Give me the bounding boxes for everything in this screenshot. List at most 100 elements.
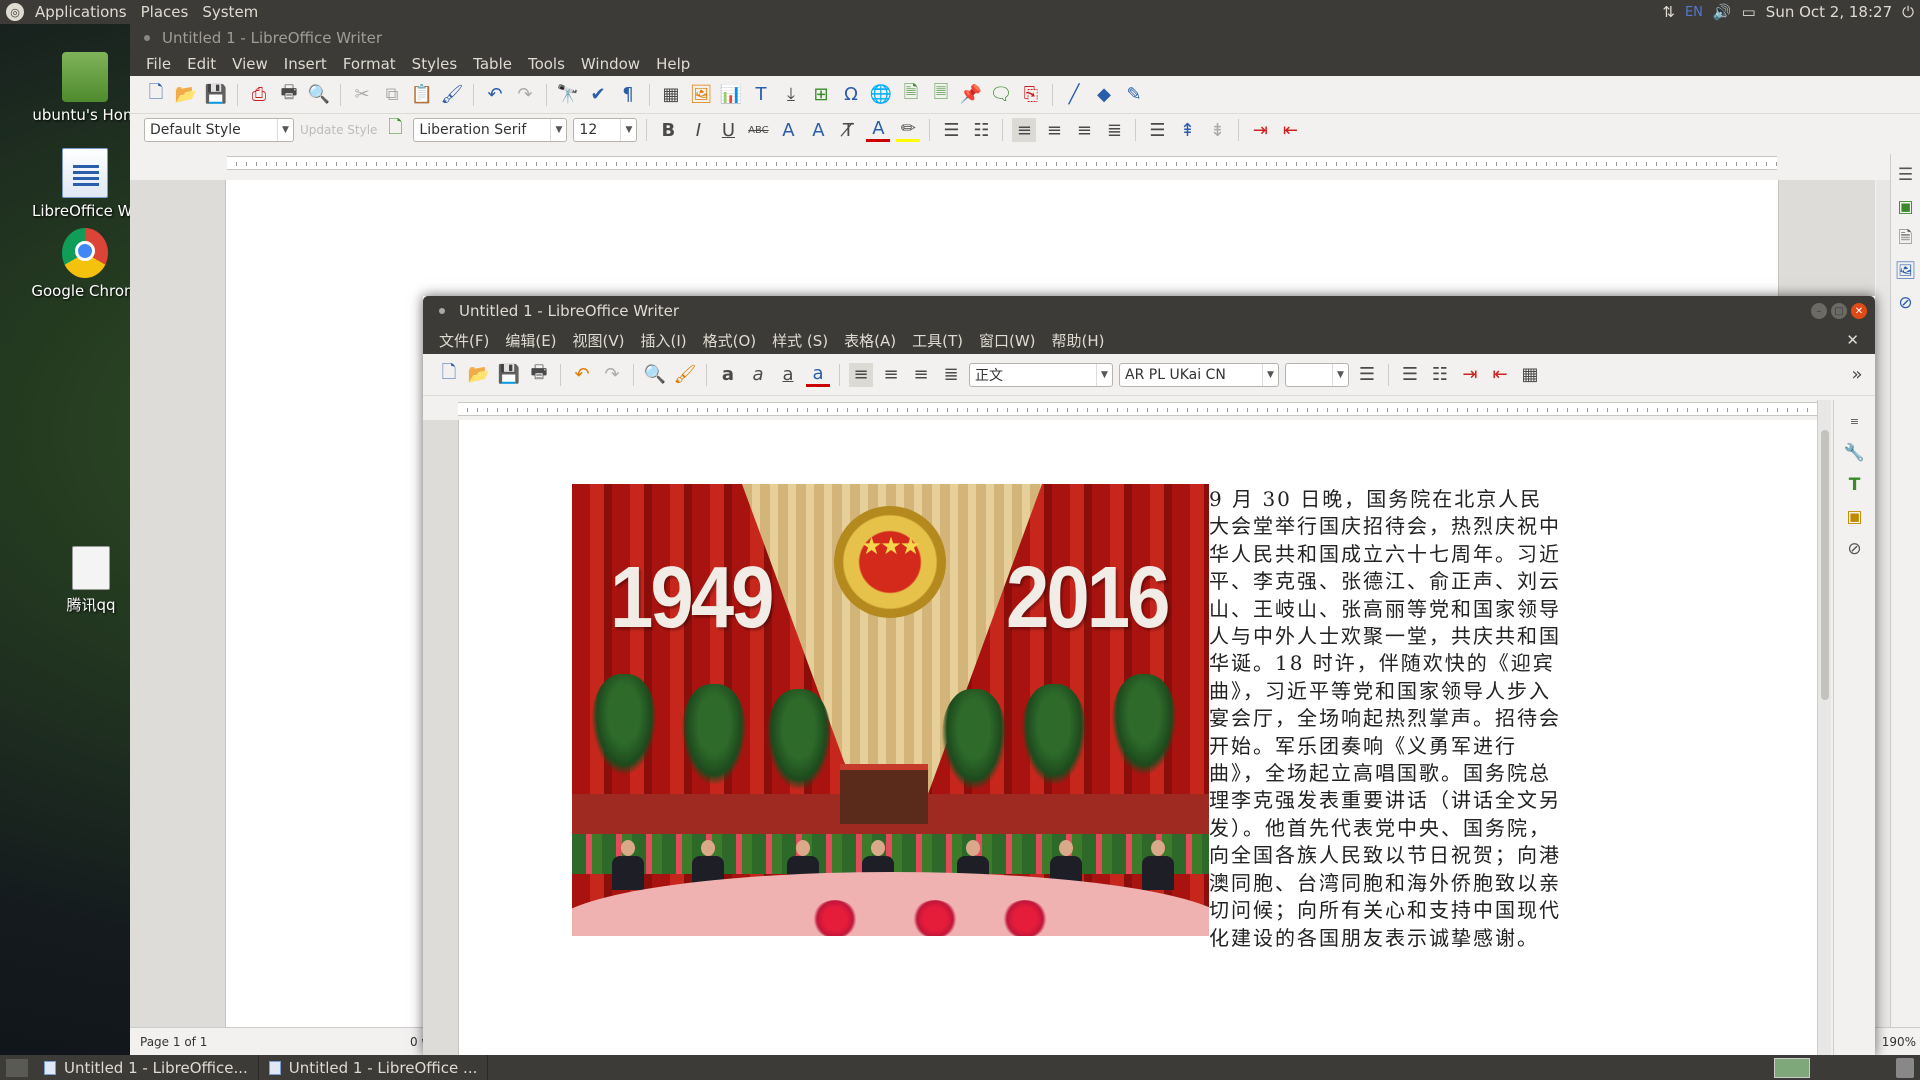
new-document-icon[interactable]: 🗋 bbox=[144, 82, 168, 107]
find-icon[interactable]: 🔍 bbox=[643, 363, 667, 387]
font-size-select[interactable]: ▼ bbox=[1285, 362, 1349, 387]
menu-table[interactable]: Table bbox=[465, 55, 520, 73]
basic-shapes-icon[interactable]: ◆ bbox=[1092, 83, 1116, 107]
justify-icon[interactable]: ≣ bbox=[939, 363, 963, 387]
justify-icon[interactable]: ≣ bbox=[1102, 118, 1126, 142]
insert-table-icon[interactable]: ▦ bbox=[1518, 363, 1542, 387]
menu-file[interactable]: 文件(F) bbox=[431, 330, 497, 351]
align-right-icon[interactable]: ≡ bbox=[909, 363, 933, 387]
grow-font-icon[interactable]: A bbox=[776, 118, 800, 142]
battery-icon[interactable]: ▭ bbox=[1742, 3, 1756, 21]
chevron-down-icon[interactable]: ▼ bbox=[620, 119, 636, 141]
vertical-scrollbar[interactable] bbox=[1817, 400, 1831, 1056]
system-menu[interactable]: System bbox=[195, 3, 265, 21]
print-icon[interactable]: 🖶 bbox=[277, 82, 301, 107]
export-pdf-icon[interactable]: ⎙ bbox=[247, 83, 271, 107]
properties-icon[interactable]: 🔧 bbox=[1844, 442, 1866, 464]
italic-icon[interactable]: a bbox=[746, 363, 770, 387]
cut-icon[interactable]: ✂ bbox=[350, 83, 374, 107]
insert-line-icon[interactable]: ╱ bbox=[1062, 83, 1086, 107]
insert-field-icon[interactable]: ⊞ bbox=[809, 83, 833, 107]
horizontal-ruler[interactable] bbox=[458, 402, 1817, 416]
insert-comment-icon[interactable]: 🗨 bbox=[989, 83, 1013, 107]
increase-indent-icon[interactable]: ⇥ bbox=[1248, 118, 1272, 142]
shrink-font-icon[interactable]: A bbox=[806, 118, 830, 142]
insert-text-box-icon[interactable]: T bbox=[749, 83, 773, 107]
toolbar-overflow-icon[interactable]: » bbox=[1845, 363, 1869, 387]
chevron-down-icon[interactable]: ▼ bbox=[277, 119, 293, 141]
save-icon[interactable]: 💾 bbox=[204, 83, 228, 107]
decrease-indent-icon[interactable]: ⇤ bbox=[1278, 118, 1302, 142]
line-spacing-icon[interactable]: ☰ bbox=[1145, 118, 1169, 142]
font-name-select[interactable]: AR PL UKai CN ▼ bbox=[1119, 362, 1279, 387]
clone-formatting-icon[interactable]: 🖌 bbox=[673, 363, 697, 387]
new-document-icon[interactable]: 🗋 bbox=[437, 362, 461, 387]
clone-formatting-icon[interactable]: 🖌 bbox=[440, 83, 464, 107]
scrollbar-thumb[interactable] bbox=[1821, 430, 1829, 700]
insert-chart-icon[interactable]: 📊 bbox=[719, 83, 743, 107]
align-left-icon[interactable]: ≡ bbox=[849, 362, 873, 387]
increase-paragraph-spacing-icon[interactable]: ⇞ bbox=[1175, 118, 1199, 142]
menu-styles[interactable]: Styles bbox=[404, 55, 466, 73]
update-style-button[interactable]: Update Style bbox=[300, 123, 377, 137]
horizontal-ruler[interactable] bbox=[227, 156, 1777, 170]
desktop-icon-google-chrome[interactable]: Google Chrom bbox=[30, 228, 140, 300]
chevron-down-icon[interactable]: ▼ bbox=[1096, 363, 1112, 386]
menu-help[interactable]: Help bbox=[648, 55, 698, 73]
show-desktop-icon[interactable] bbox=[6, 1058, 28, 1077]
bullets-icon[interactable]: ☰ bbox=[939, 118, 963, 142]
clock[interactable]: Sun Oct 2, 18:27 bbox=[1766, 3, 1892, 21]
window-menu-icon[interactable] bbox=[439, 308, 445, 314]
navigator-icon[interactable]: 🖼 bbox=[1895, 260, 1917, 282]
taskbar-window-button[interactable]: Untitled 1 - LibreOffice... bbox=[34, 1055, 259, 1080]
insert-special-character-icon[interactable]: Ω bbox=[839, 83, 863, 107]
save-icon[interactable]: 💾 bbox=[497, 363, 521, 387]
inserted-photo[interactable]: ★★★ 1949 2016 bbox=[572, 484, 1209, 936]
menu-window[interactable]: 窗口(W) bbox=[971, 330, 1044, 351]
maximize-button[interactable]: □ bbox=[1831, 303, 1847, 319]
clear-formatting-icon[interactable]: T̸ bbox=[836, 118, 860, 142]
zoom-level[interactable]: 190% bbox=[1882, 1035, 1916, 1049]
styles-icon[interactable]: ▣ bbox=[1895, 196, 1917, 218]
decrease-indent-icon[interactable]: ⇤ bbox=[1488, 363, 1512, 387]
gallery-icon[interactable]: 🗎 bbox=[1895, 228, 1917, 250]
writer-window-front[interactable]: Untitled 1 - LibreOffice Writer – □ ✕ 文件… bbox=[423, 296, 1875, 1060]
bold-icon[interactable]: B bbox=[656, 118, 680, 142]
places-menu[interactable]: Places bbox=[134, 3, 196, 21]
styles-icon[interactable]: T bbox=[1844, 474, 1866, 496]
keyboard-language-indicator[interactable]: EN bbox=[1685, 5, 1703, 20]
paragraph-style-select[interactable]: 正文 ▼ bbox=[969, 362, 1113, 387]
network-icon[interactable]: ⇅ bbox=[1662, 3, 1675, 21]
menu-file[interactable]: File bbox=[138, 55, 179, 73]
menu-format[interactable]: 格式(O) bbox=[695, 330, 765, 351]
page-count[interactable]: Page 1 of 1 bbox=[140, 1035, 410, 1049]
desktop-icon-libreoffice-writer[interactable]: LibreOffice Wr bbox=[30, 148, 140, 220]
open-icon[interactable]: 📂 bbox=[467, 363, 491, 387]
font-color-icon[interactable]: a bbox=[806, 363, 830, 387]
compass-icon[interactable]: ⊘ bbox=[1895, 292, 1917, 314]
workspace-switcher[interactable] bbox=[1774, 1058, 1810, 1078]
window-menu-icon[interactable] bbox=[144, 35, 150, 41]
align-left-icon[interactable]: ≡ bbox=[1012, 118, 1037, 142]
numbering-icon[interactable]: ☷ bbox=[969, 118, 993, 142]
copy-icon[interactable]: ⧉ bbox=[380, 83, 404, 107]
numbering-icon[interactable]: ☷ bbox=[1428, 363, 1452, 387]
close-button[interactable]: ✕ bbox=[1851, 303, 1867, 319]
minimize-button[interactable]: – bbox=[1811, 303, 1827, 319]
align-center-icon[interactable]: ≡ bbox=[879, 363, 903, 387]
menu-help[interactable]: 帮助(H) bbox=[1044, 330, 1113, 351]
track-changes-icon[interactable]: ⎘ bbox=[1019, 83, 1043, 107]
applications-menu[interactable]: Applications bbox=[28, 3, 134, 21]
new-style-icon[interactable]: 🗋 bbox=[383, 117, 407, 142]
insert-endnote-icon[interactable]: 🗏 bbox=[929, 82, 953, 107]
font-name-select[interactable]: Liberation Serif ▼ bbox=[413, 118, 568, 142]
trash-icon[interactable] bbox=[1896, 1058, 1914, 1078]
document-body-text[interactable]: 9 月 30 日晚，国务院在北京人民大会堂举行国庆招待会，热烈庆祝中华人民共和国… bbox=[1209, 486, 1561, 952]
draw-functions-icon[interactable]: ✎ bbox=[1122, 83, 1146, 107]
window-titlebar[interactable]: Untitled 1 - LibreOffice Writer – □ ✕ bbox=[423, 296, 1875, 326]
formatting-marks-icon[interactable]: ¶ bbox=[616, 83, 640, 107]
highlight-color-icon[interactable]: ✏ bbox=[896, 118, 921, 142]
menu-window[interactable]: Window bbox=[573, 55, 648, 73]
font-size-select[interactable]: 12 ▼ bbox=[573, 118, 638, 142]
decrease-paragraph-spacing-icon[interactable]: ⇟ bbox=[1205, 118, 1229, 142]
